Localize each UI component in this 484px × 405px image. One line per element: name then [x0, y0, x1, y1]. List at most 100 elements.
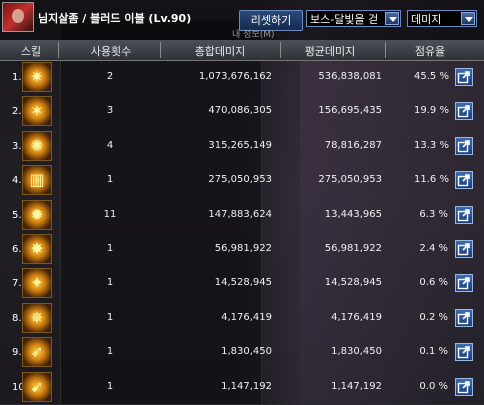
- skill-icon-3: ✺: [22, 130, 52, 161]
- skill-glyph-icon: ✹: [30, 204, 44, 224]
- row-uses: 11: [103, 208, 117, 220]
- col-share[interactable]: 점유율: [400, 43, 460, 59]
- row-share: 11.6 %: [414, 174, 449, 186]
- row-avg-damage: 4,176,419: [331, 311, 382, 323]
- mode-select-value: 데미지: [411, 13, 442, 26]
- row-uses: 1: [106, 243, 114, 254]
- row-avg-damage: 14,528,945: [324, 277, 382, 289]
- row-uses: 2: [106, 71, 114, 82]
- character-portrait: [2, 2, 34, 32]
- target-select[interactable]: 보스-달빛을 걷: [306, 10, 401, 27]
- table-row: 3. ✺ 4 315,265,149 78,816,287 13.3 %: [0, 129, 484, 164]
- table-row: 5. ✹ 11 147,883,624 13,443,965 6.3 %: [0, 198, 484, 233]
- row-uses: 1: [106, 277, 114, 289]
- skill-glyph-icon: ✵: [30, 307, 44, 327]
- row-share: 0.0 %: [419, 380, 448, 392]
- detail-link-button[interactable]: [455, 377, 473, 396]
- external-link-icon: [457, 71, 470, 84]
- skill-glyph-icon: ✺: [30, 135, 44, 155]
- row-total-damage: 470,086,305: [208, 105, 272, 117]
- skill-icon-8: ✵: [22, 302, 52, 333]
- row-uses: 4: [106, 139, 114, 151]
- table-row: 8. ✵ 1 4,176,419 4,176,419 0.2 %: [0, 301, 484, 336]
- row-total-damage: 1,073,676,162: [198, 71, 272, 82]
- detail-link-button[interactable]: [455, 136, 473, 155]
- skill-icon-2: ✶: [22, 96, 52, 127]
- row-total-damage: 147,883,624: [208, 208, 272, 220]
- skill-icon-1: ✷: [22, 62, 52, 92]
- skill-glyph-icon: ✶: [30, 101, 44, 121]
- skill-glyph-icon: ✷: [30, 67, 44, 86]
- row-share: 0.6 %: [419, 277, 448, 289]
- row-rank: 8.: [12, 312, 22, 324]
- chevron-down-icon[interactable]: [385, 12, 399, 25]
- mode-select[interactable]: 데미지: [407, 10, 477, 27]
- row-share: 0.1 %: [419, 346, 448, 358]
- row-total-damage: 315,265,149: [208, 139, 272, 151]
- skill-icon-10: ➹: [22, 371, 52, 402]
- row-avg-damage: 78,816,287: [324, 139, 382, 151]
- skill-icon-7: ✦: [22, 268, 52, 299]
- target-select-value: 보스-달빛을 걷: [310, 13, 379, 26]
- chevron-down-icon[interactable]: [461, 12, 475, 25]
- col-skill[interactable]: 스킬: [14, 43, 48, 59]
- detail-link-button[interactable]: [455, 68, 473, 86]
- external-link-icon: [457, 208, 470, 221]
- column-divider: [280, 42, 281, 58]
- row-rank: 9.: [12, 347, 22, 359]
- external-link-icon: [457, 346, 470, 359]
- external-link-icon: [457, 105, 470, 118]
- detail-link-button[interactable]: [455, 171, 473, 190]
- table-row: 9. ➶ 1 1,830,450 1,830,450 0.1 %: [0, 335, 484, 370]
- row-share: 6.3 %: [419, 208, 448, 220]
- col-uses[interactable]: 사용횟수: [72, 43, 150, 59]
- row-share: 45.5 %: [414, 71, 449, 82]
- table-row: 6. ✸ 1 56,981,922 56,981,922 2.4 %: [0, 232, 484, 267]
- row-avg-damage: 1,830,450: [331, 346, 382, 358]
- row-uses: 1: [106, 346, 114, 358]
- row-share: 19.9 %: [414, 105, 449, 117]
- column-divider: [160, 42, 161, 58]
- row-avg-damage: 13,443,965: [324, 208, 382, 220]
- row-avg-damage: 156,695,435: [318, 105, 382, 117]
- table-row: 2. ✶ 3 470,086,305 156,695,435 19.9 %: [0, 94, 484, 129]
- skill-glyph-icon: ▥: [29, 170, 45, 190]
- col-avg[interactable]: 평균데미지: [290, 43, 370, 59]
- row-rank: 6.: [12, 244, 22, 255]
- detail-link-button[interactable]: [455, 205, 473, 224]
- row-rank: 5.: [12, 209, 22, 221]
- detail-link-button[interactable]: [455, 274, 473, 293]
- skill-icon-5: ✹: [22, 199, 52, 230]
- row-total-damage: 4,176,419: [221, 311, 272, 323]
- table-header: 스킬 사용횟수 총합데미지 평균데미지 점유율: [0, 40, 484, 61]
- skill-icon-9: ➶: [22, 337, 52, 368]
- detail-link-button[interactable]: [455, 102, 473, 121]
- row-total-damage: 1,830,450: [221, 346, 272, 358]
- row-total-damage: 14,528,945: [214, 277, 272, 289]
- external-link-icon: [457, 311, 470, 324]
- external-link-icon: [457, 174, 470, 187]
- title-bar: 님지살좀 / 블러드 이블 (Lv.90) 리셋하기 보스-달빛을 걷 데미지 …: [0, 0, 484, 40]
- window-title: 님지살좀 / 블러드 이블 (Lv.90): [38, 12, 192, 25]
- row-uses: 1: [106, 311, 114, 323]
- detail-link-button[interactable]: [455, 308, 473, 327]
- external-link-icon: [457, 243, 470, 256]
- skill-icon-4: ▥: [22, 165, 52, 196]
- row-share: 0.2 %: [419, 311, 448, 323]
- row-avg-damage: 56,981,922: [324, 243, 382, 254]
- row-total-damage: 56,981,922: [214, 243, 272, 254]
- row-uses: 1: [106, 174, 114, 186]
- row-rank: 1.: [12, 72, 22, 83]
- skill-glyph-icon: ✸: [30, 239, 44, 258]
- row-share: 13.3 %: [414, 139, 449, 151]
- external-link-icon: [457, 139, 470, 152]
- detail-link-button[interactable]: [455, 240, 473, 258]
- row-share: 2.4 %: [419, 243, 448, 254]
- col-total[interactable]: 총합데미지: [180, 43, 260, 59]
- info-subtitle: 내 정보(M): [232, 30, 275, 40]
- row-rank: 4.: [12, 175, 22, 187]
- skill-glyph-icon: ✦: [30, 273, 44, 293]
- detail-link-button[interactable]: [455, 343, 473, 362]
- table-row: 1. ✷ 2 1,073,676,162 536,838,081 45.5 %: [0, 60, 484, 95]
- row-total-damage: 275,050,953: [208, 174, 272, 186]
